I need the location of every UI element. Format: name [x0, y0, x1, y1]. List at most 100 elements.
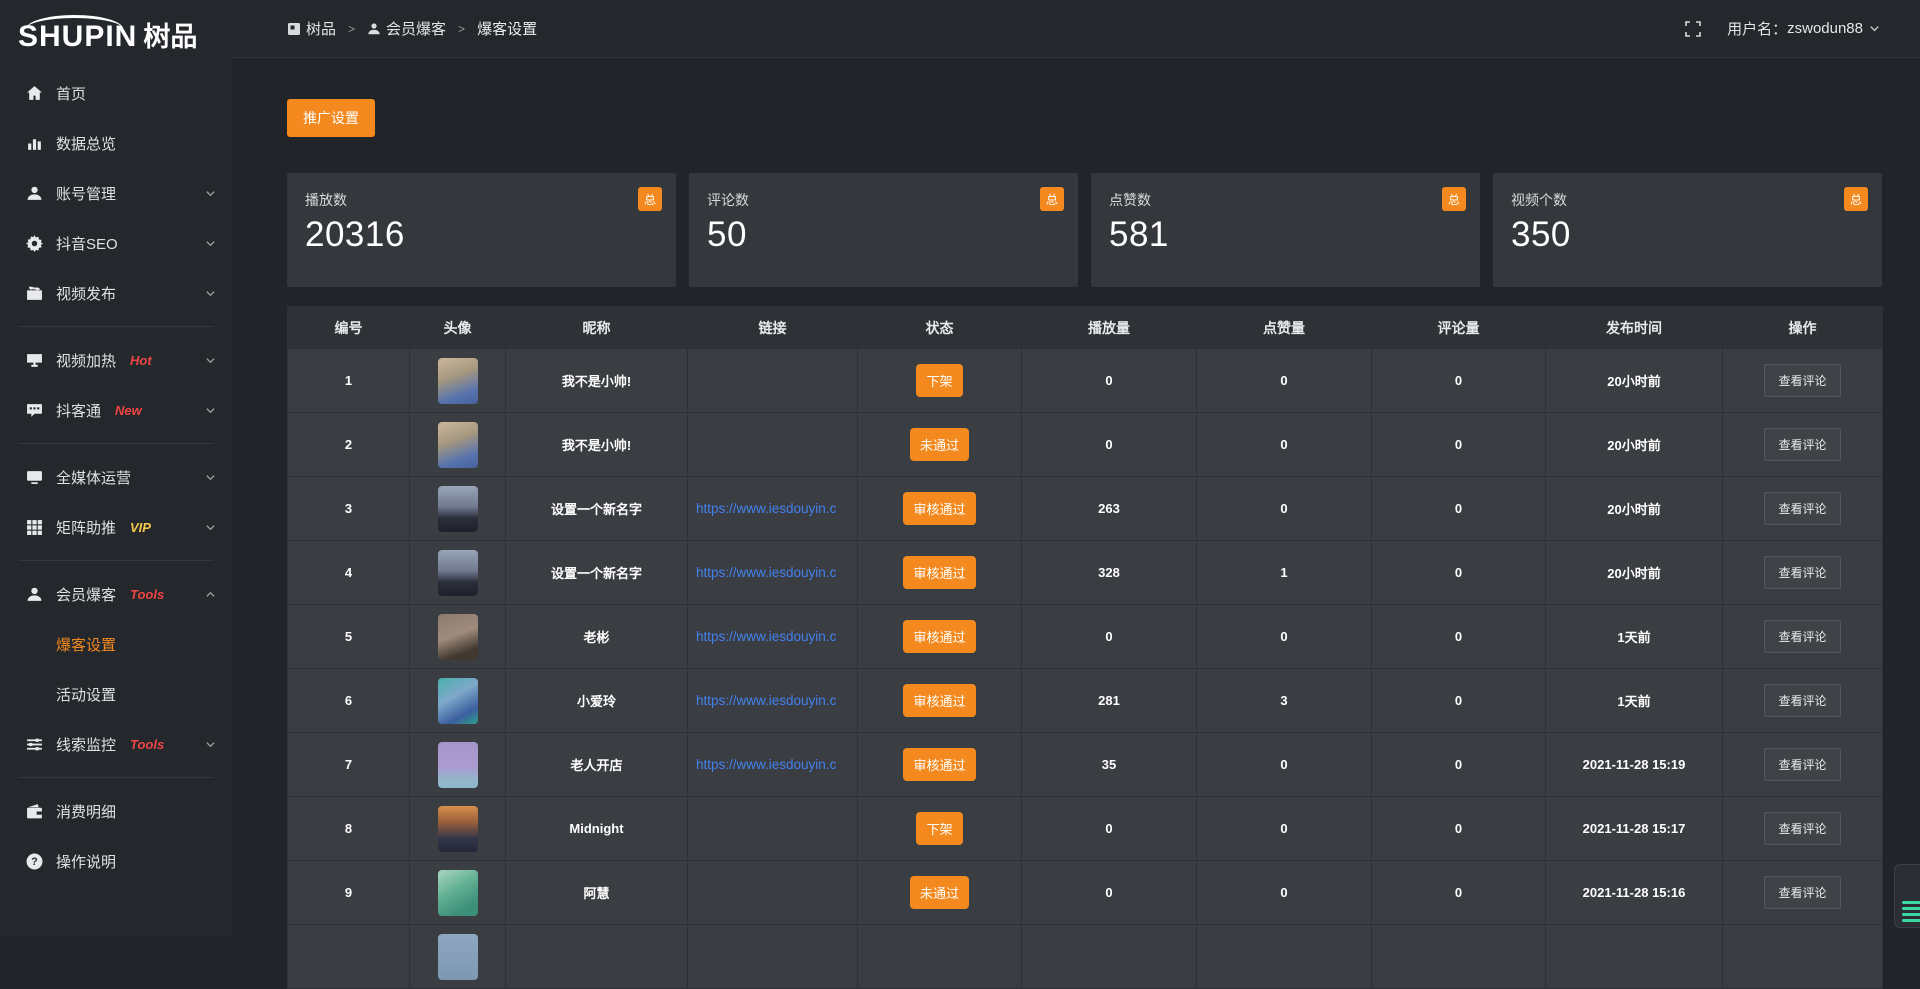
- stat-card-视频个数: 视频个数350总: [1493, 173, 1882, 287]
- status-badge[interactable]: 审核通过: [903, 620, 975, 653]
- cell-likes: 0: [1197, 477, 1372, 541]
- comment-icon: [26, 402, 43, 419]
- video-link[interactable]: https://www.iesdouyin.c: [696, 693, 836, 708]
- sidebar-item-账号管理[interactable]: 账号管理: [0, 168, 232, 218]
- view-comments-button[interactable]: 查看评论: [1764, 684, 1840, 717]
- video-link[interactable]: https://www.iesdouyin.c: [696, 629, 836, 644]
- cell-id: 8: [288, 797, 410, 861]
- video-link[interactable]: https://www.iesdouyin.c: [696, 757, 836, 772]
- view-comments-button[interactable]: 查看评论: [1764, 620, 1840, 653]
- sidebar-item-线索监控[interactable]: 线索监控Tools: [0, 719, 232, 769]
- chevron-down-icon: [205, 288, 216, 299]
- chevron-down-icon: [205, 238, 216, 249]
- view-comments-button[interactable]: 查看评论: [1764, 492, 1840, 525]
- chevron-down-icon: [205, 188, 216, 199]
- status-badge[interactable]: 审核通过: [903, 684, 975, 717]
- view-comments-button[interactable]: 查看评论: [1764, 556, 1840, 589]
- view-comments-button[interactable]: 查看评论: [1764, 812, 1840, 845]
- stat-card-label: 播放数: [305, 190, 658, 210]
- cell-status: 审核通过: [858, 733, 1022, 797]
- table-row: 2我不是小帅!未通过00020小时前查看评论: [288, 413, 1883, 477]
- cell-comments: 0: [1372, 797, 1546, 861]
- video-link[interactable]: https://www.iesdouyin.c: [696, 501, 836, 516]
- status-badge[interactable]: 未通过: [910, 876, 969, 909]
- sidebar-item-消费明细[interactable]: 消费明细: [0, 786, 232, 836]
- cell-status: 未通过: [858, 861, 1022, 925]
- status-badge[interactable]: 审核通过: [903, 748, 975, 781]
- sidebar-subitem-爆客设置[interactable]: 爆客设置: [0, 619, 232, 669]
- cell-plays: 35: [1022, 733, 1197, 797]
- cell-likes: 0: [1197, 349, 1372, 413]
- breadcrumb-current: 爆客设置: [477, 18, 537, 39]
- sidebar-item-label: 账号管理: [56, 183, 116, 204]
- sidebar-item-全媒体运营[interactable]: 全媒体运营: [0, 452, 232, 502]
- cell-nickname: 设置一个新名字: [506, 541, 688, 605]
- sidebar-badge: Hot: [130, 353, 152, 368]
- cell-avatar: [410, 669, 506, 733]
- cell-status: 下架: [858, 349, 1022, 413]
- floating-service-widget[interactable]: [1894, 864, 1920, 928]
- promo-settings-button[interactable]: 推广设置: [287, 99, 375, 137]
- avatar: [438, 806, 478, 852]
- status-badge[interactable]: 审核通过: [903, 556, 975, 589]
- chevron-up-icon: [205, 589, 216, 600]
- sidebar-item-视频加热[interactable]: 视频加热Hot: [0, 335, 232, 385]
- video-link[interactable]: https://www.iesdouyin.c: [696, 565, 836, 580]
- cell-plays: 0: [1022, 605, 1197, 669]
- cell-id: 5: [288, 605, 410, 669]
- fullscreen-icon[interactable]: [1685, 21, 1701, 37]
- stat-card-label: 视频个数: [1511, 190, 1864, 210]
- breadcrumb-link-会员爆客[interactable]: 会员爆客: [367, 18, 446, 39]
- status-badge[interactable]: 下架: [916, 364, 962, 397]
- question-icon: ?: [26, 853, 43, 870]
- sidebar-item-label: 数据总览: [56, 133, 116, 154]
- cell-action: 查看评论: [1723, 477, 1883, 541]
- user-menu[interactable]: 用户名： zswodun88: [1727, 18, 1880, 39]
- view-comments-button[interactable]: 查看评论: [1764, 364, 1840, 397]
- avatar: [438, 742, 478, 788]
- dashboard-icon: [287, 22, 301, 36]
- cell-likes: 3: [1197, 669, 1372, 733]
- sidebar-subitem-活动设置[interactable]: 活动设置: [0, 669, 232, 719]
- sidebar-item-数据总览[interactable]: 数据总览: [0, 118, 232, 168]
- cell-plays: 0: [1022, 413, 1197, 477]
- chevron-down-icon: [1869, 23, 1880, 34]
- avatar: [438, 422, 478, 468]
- username-label: 用户名：: [1727, 18, 1787, 39]
- view-comments-button[interactable]: 查看评论: [1764, 748, 1840, 781]
- logo-arc-icon: [26, 15, 123, 29]
- sidebar-item-矩阵助推[interactable]: 矩阵助推VIP: [0, 502, 232, 552]
- sidebar-item-抖客通[interactable]: 抖客通New: [0, 385, 232, 435]
- sidebar-item-操作说明[interactable]: ?操作说明: [0, 836, 232, 886]
- stat-card-label: 点赞数: [1109, 190, 1462, 210]
- view-comments-button[interactable]: 查看评论: [1764, 428, 1840, 461]
- cell-plays: 263: [1022, 477, 1197, 541]
- sidebar-item-首页[interactable]: 首页: [0, 68, 232, 118]
- cell-avatar: [410, 477, 506, 541]
- avatar: [438, 934, 478, 980]
- sidebar-item-抖音SEO[interactable]: 抖音SEO: [0, 218, 232, 268]
- cell-status: 审核通过: [858, 477, 1022, 541]
- cell-action: 查看评论: [1723, 349, 1883, 413]
- cell-nickname: 小爱玲: [506, 669, 688, 733]
- sidebar-item-视频发布[interactable]: 视频发布: [0, 268, 232, 318]
- status-badge[interactable]: 审核通过: [903, 492, 975, 525]
- cell-status: [858, 925, 1022, 989]
- breadcrumb-label: 会员爆客: [386, 18, 446, 39]
- sidebar-item-会员爆客[interactable]: 会员爆客Tools: [0, 569, 232, 619]
- cell-avatar: [410, 925, 506, 989]
- cell-link: [688, 861, 858, 925]
- status-badge[interactable]: 下架: [916, 812, 962, 845]
- status-badge[interactable]: 未通过: [910, 428, 969, 461]
- cell-action: [1723, 925, 1883, 989]
- view-comments-button[interactable]: 查看评论: [1764, 876, 1840, 909]
- cell-nickname: [506, 925, 688, 989]
- accounts-table-wrap: 编号头像昵称链接状态播放量点赞量评论量发布时间操作 1我不是小帅!下架00020…: [287, 306, 1882, 989]
- cell-action: 查看评论: [1723, 541, 1883, 605]
- app-logo[interactable]: SHUPIN 树品: [0, 0, 232, 52]
- breadcrumb-link-树品[interactable]: 树品: [287, 18, 336, 39]
- stat-cards: 播放数20316总评论数50总点赞数581总视频个数350总: [287, 173, 1882, 287]
- column-header-状态: 状态: [858, 307, 1022, 349]
- avatar: [438, 614, 478, 660]
- cell-likes: 0: [1197, 797, 1372, 861]
